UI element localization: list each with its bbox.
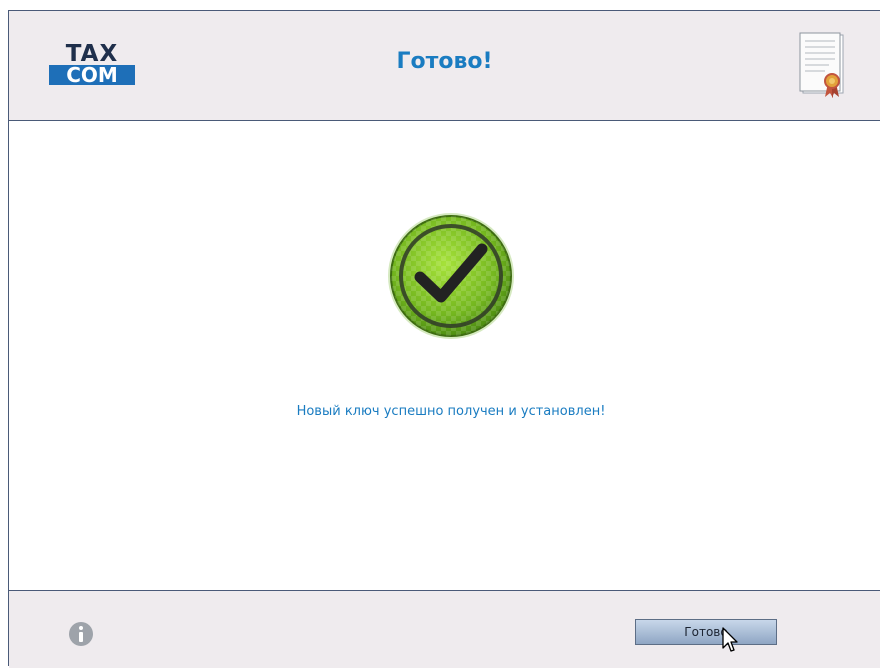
- success-message: Новый ключ успешно получен и установлен!: [296, 404, 606, 419]
- done-button[interactable]: Готово: [635, 619, 777, 645]
- certificate-document-icon: [795, 31, 851, 101]
- header: TAX COM Готово!: [9, 11, 880, 121]
- installer-window: TAX COM Готово! Новый ключ успешно получ…: [8, 10, 880, 668]
- mouse-pointer-icon: [721, 626, 739, 654]
- success-checkmark-icon: [386, 211, 516, 341]
- info-icon[interactable]: [68, 621, 94, 647]
- main-content: Новый ключ успешно получен и установлен!: [9, 121, 880, 589]
- footer: Готово: [9, 590, 880, 668]
- page-title: Готово!: [396, 49, 493, 74]
